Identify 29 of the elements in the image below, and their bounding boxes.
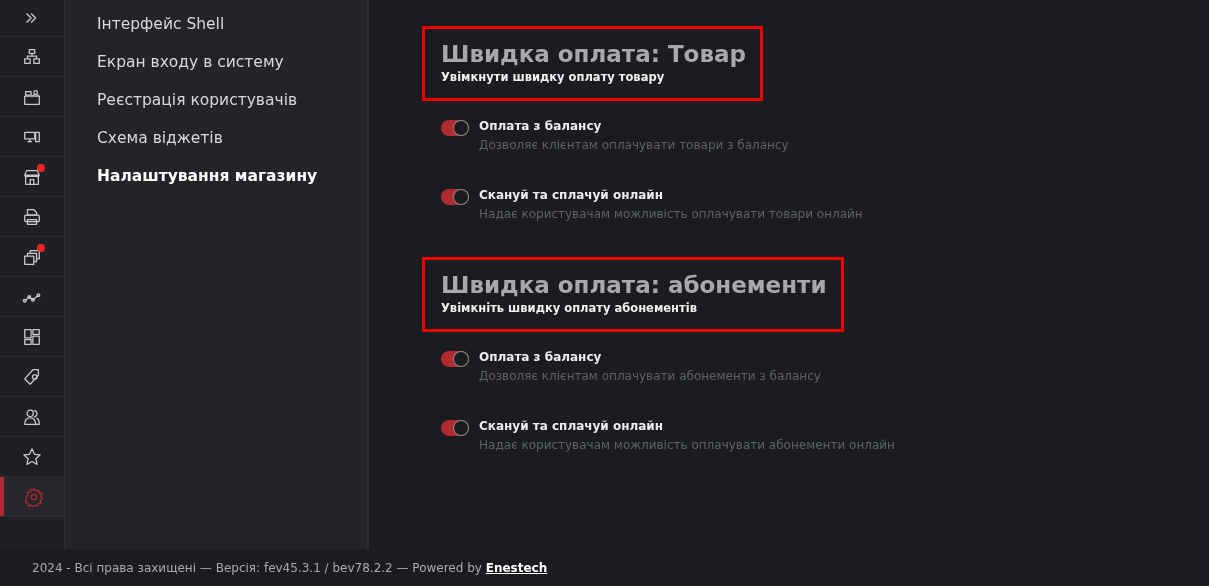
option-description: Надає користувачам можливість оплачувати абонементи онлайн <box>479 438 895 452</box>
nav-item[interactable]: Налаштування магазину <box>65 158 367 196</box>
section-title: Швидка оплата: Товар <box>441 41 746 67</box>
nav-item[interactable]: Реєстрація користувачів <box>65 82 367 120</box>
nav-item[interactable]: Схема віджетів <box>65 120 367 158</box>
toggle-switch[interactable] <box>441 351 469 367</box>
star-icon <box>22 446 42 467</box>
section-title: Швидка оплата: абонементи <box>441 272 827 298</box>
footer-text: 2024 - Всі права захищені — Версія: fev45.3.1 / bev78.2.2 — Powered by Enestech <box>32 561 548 575</box>
option-label: Оплата з балансу <box>479 350 603 364</box>
option-description: Дозволяє клієнтам оплачувати абонементи з балансу <box>479 369 821 383</box>
nav-item[interactable]: Екран входу в систему <box>65 44 367 82</box>
option-description: Надає користувачам можливість оплачувати товари онлайн <box>479 207 863 221</box>
tag-icon <box>22 366 42 387</box>
footer-link[interactable]: Enestech <box>485 561 548 575</box>
nav-item[interactable]: Інтерфейс Shell <box>65 6 367 44</box>
option-label: Оплата з балансу <box>479 119 603 133</box>
network-icon <box>22 46 42 67</box>
option-description: Дозволяє клієнтам оплачувати товари з балансу <box>479 138 789 152</box>
section-subtitle: Увімкнути швидку оплату товару <box>441 70 666 84</box>
toggle-switch[interactable] <box>441 189 469 205</box>
settings-icon <box>24 486 44 507</box>
toggle-switch[interactable] <box>441 420 469 436</box>
option-label: Скануй та сплачуй онлайн <box>479 188 665 202</box>
section-subtitle: Увімкніть швидку оплату абонементів <box>441 301 698 315</box>
grid-icon <box>22 326 42 347</box>
option-label: Скануй та сплачуй онлайн <box>479 419 665 433</box>
toggle-switch[interactable] <box>441 120 469 136</box>
printer-icon <box>22 206 42 227</box>
